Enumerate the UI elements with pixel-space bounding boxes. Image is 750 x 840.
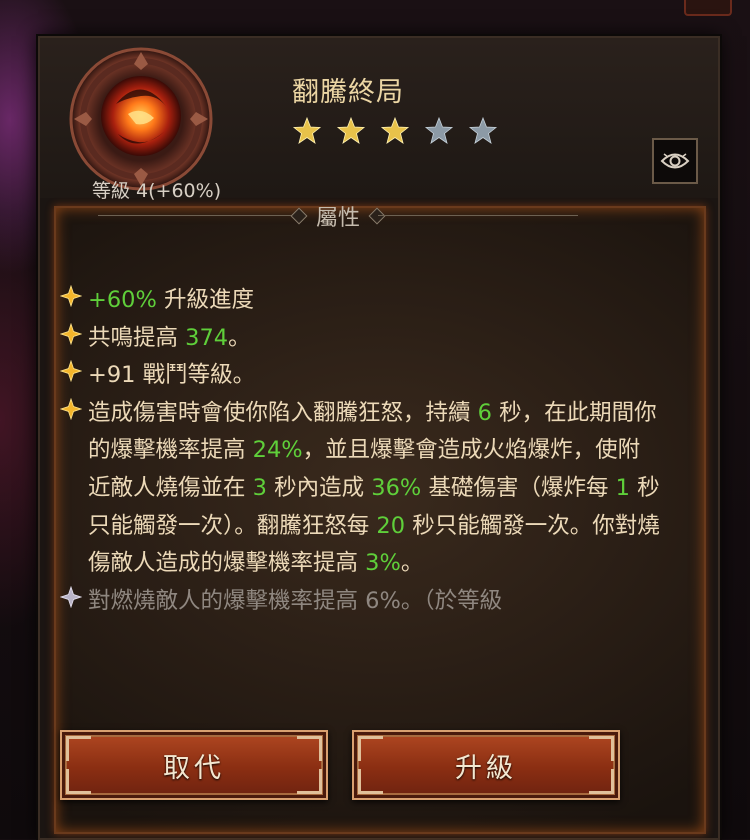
property-item: +91 戰鬥等級。 xyxy=(60,357,660,395)
eye-button[interactable] xyxy=(652,138,698,184)
tooltip-header: 翻騰終局 等級 4(+60%) xyxy=(40,38,718,202)
diamond-bullet-icon xyxy=(60,397,82,420)
close-button-edge[interactable] xyxy=(684,0,732,16)
property-value: 20 xyxy=(376,512,406,539)
corner-ornament xyxy=(589,736,614,761)
property-text: 對燃燒敵人的爆擊機率提高 6%。（於等級 xyxy=(88,587,503,614)
star-filled-icon xyxy=(292,116,322,144)
property-value: 24% xyxy=(252,437,303,464)
property-text: 共鳴提高 xyxy=(88,324,186,351)
property-text: 。 xyxy=(400,550,424,577)
diamond-bullet-icon xyxy=(60,360,82,383)
upgrade-button-label: 升級 xyxy=(455,752,517,784)
replace-button[interactable]: 取代 xyxy=(60,730,328,800)
diamond-bullet-icon xyxy=(60,585,82,608)
eye-icon xyxy=(660,153,690,169)
property-item: 共鳴提高 374。 xyxy=(60,320,660,358)
property-text: 秒內造成 xyxy=(266,474,372,501)
divider-right xyxy=(378,215,578,216)
property-list: +60% 升級進度 共鳴提高 374。 +91 戰鬥等級。 造成傷害時會使你陷入翻騰狂… xyxy=(60,282,660,620)
corner-ornament xyxy=(66,736,91,761)
diamond-bullet-icon xyxy=(60,322,82,345)
property-value: 36% xyxy=(371,474,422,501)
property-text: 。 xyxy=(228,324,251,351)
property-value: 1 xyxy=(615,474,630,501)
star-empty-icon xyxy=(468,116,498,144)
property-value: 374 xyxy=(185,324,229,351)
property-value: 3% xyxy=(365,550,401,577)
property-item-locked: 對燃燒敵人的爆擊機率提高 6%。（於等級 xyxy=(60,583,660,621)
property-text: 基礎傷害（爆炸每 xyxy=(421,474,616,501)
star-empty-icon xyxy=(424,116,454,144)
rank-stars xyxy=(292,116,498,146)
corner-ornament xyxy=(589,769,614,794)
corner-ornament xyxy=(358,736,383,761)
section-title: 屬性 xyxy=(315,206,360,231)
corner-ornament xyxy=(297,736,322,761)
property-text: +91 戰鬥等級。 xyxy=(88,362,256,389)
property-value: 3 xyxy=(252,474,267,501)
diamond-bullet-icon xyxy=(60,285,82,307)
property-value: 6 xyxy=(477,399,492,426)
property-text: 升級進度 xyxy=(156,287,255,313)
corner-ornament xyxy=(297,769,322,794)
property-text: 造成傷害時會使你陷入翻騰狂怒，持續 xyxy=(88,399,478,426)
upgrade-button[interactable]: 升級 xyxy=(352,730,620,800)
gem-emblem-icon xyxy=(69,47,213,191)
star-filled-icon xyxy=(336,116,366,144)
action-buttons: 取代 升級 xyxy=(60,730,670,804)
section-header: 屬性 xyxy=(38,196,638,236)
star-filled-icon xyxy=(380,116,410,144)
property-value: +60% xyxy=(88,287,157,313)
corner-ornament xyxy=(66,769,91,794)
replace-button-label: 取代 xyxy=(163,752,225,784)
property-item: +60% 升級進度 xyxy=(60,282,660,320)
corner-ornament xyxy=(358,769,383,794)
property-item: 造成傷害時會使你陷入翻騰狂怒，持續 6 秒，在此期間你的爆擊機率提高 24%，並… xyxy=(60,395,660,583)
gem-name: 翻騰終局 xyxy=(292,77,404,108)
